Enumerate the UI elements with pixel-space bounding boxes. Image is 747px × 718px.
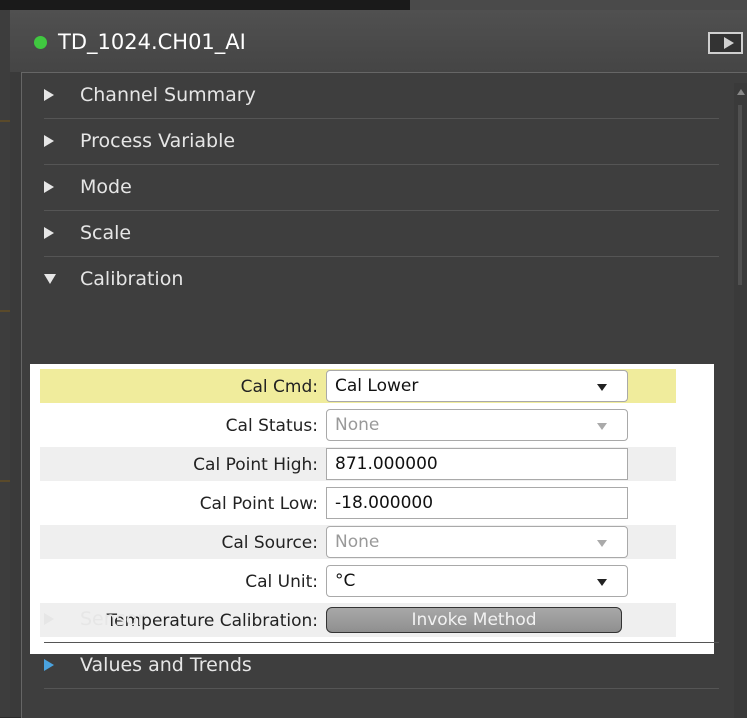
row-cal-point-low: Cal Point Low: -18.000000: [40, 486, 676, 520]
caret-down-icon: [597, 384, 607, 391]
left-strip: [0, 10, 10, 717]
caret-down-icon: [597, 423, 607, 430]
triangle-right-icon: [44, 613, 54, 625]
cal-cmd-select[interactable]: Cal Lower: [326, 370, 628, 402]
cal-point-low-value: -18.000000: [335, 493, 434, 513]
section-sensor[interactable]: Sensor: [44, 597, 719, 643]
section-mode[interactable]: Mode: [44, 165, 719, 211]
caret-down-icon: [597, 540, 607, 547]
expand-button[interactable]: [708, 32, 743, 54]
scrollbar[interactable]: [734, 83, 747, 718]
cal-status-label: Cal Status:: [225, 416, 318, 436]
status-indicator: [34, 36, 47, 49]
cal-point-low-input[interactable]: -18.000000: [326, 487, 628, 519]
section-process-variable[interactable]: Process Variable: [44, 119, 719, 165]
channel-window: TD_1024.CH01_AI Channel Summary Process …: [10, 10, 747, 718]
row-cal-unit: Cal Unit: °C: [40, 564, 676, 598]
window-title: TD_1024.CH01_AI: [58, 30, 246, 54]
section-scale[interactable]: Scale: [44, 211, 719, 257]
triangle-down-icon: [44, 274, 56, 284]
cal-status-value: None: [335, 415, 380, 435]
section-label: Mode: [80, 176, 132, 198]
row-cal-source: Cal Source: None: [40, 525, 676, 559]
title-bar: TD_1024.CH01_AI: [10, 10, 747, 72]
properties-panel: Channel Summary Process Variable Mode Sc…: [21, 72, 747, 718]
scroll-up-icon[interactable]: [737, 89, 745, 95]
play-icon: [724, 37, 734, 49]
triangle-right-icon: [44, 227, 54, 239]
cal-unit-value: °C: [335, 571, 356, 591]
triangle-right-icon: [44, 135, 54, 147]
cal-source-label: Cal Source:: [221, 533, 318, 553]
triangle-right-icon: [44, 659, 54, 671]
cal-cmd-value: Cal Lower: [335, 376, 419, 396]
row-cal-status: Cal Status: None: [40, 408, 676, 442]
row-cal-cmd: Cal Cmd: Cal Lower: [40, 369, 676, 403]
section-values-and-trends[interactable]: Values and Trends: [44, 643, 719, 689]
section-channel-summary[interactable]: Channel Summary: [44, 73, 719, 119]
cal-point-high-label: Cal Point High:: [193, 455, 318, 475]
cal-source-select: None: [326, 526, 628, 558]
cal-status-select: None: [326, 409, 628, 441]
cal-cmd-label: Cal Cmd:: [240, 377, 318, 397]
caret-down-icon: [597, 579, 607, 586]
cal-point-high-value: 871.000000: [335, 454, 438, 474]
cal-unit-select[interactable]: °C: [326, 565, 628, 597]
section-label: Channel Summary: [80, 84, 256, 106]
section-label: Values and Trends: [80, 654, 252, 676]
section-label: Sensor: [80, 608, 146, 630]
cal-source-value: None: [335, 532, 380, 552]
section-label: Calibration: [80, 268, 184, 290]
scrollbar-thumb[interactable]: [738, 105, 742, 285]
row-cal-point-high: Cal Point High: 871.000000: [40, 447, 676, 481]
cal-point-high-input[interactable]: 871.000000: [326, 448, 628, 480]
section-label: Scale: [80, 222, 132, 244]
cal-unit-label: Cal Unit:: [245, 572, 318, 592]
top-strip: [0, 0, 747, 10]
section-calibration[interactable]: Calibration: [44, 257, 719, 303]
section-label: Process Variable: [80, 130, 236, 152]
cal-point-low-label: Cal Point Low:: [199, 494, 318, 514]
triangle-right-icon: [44, 181, 54, 193]
triangle-right-icon: [44, 89, 54, 101]
